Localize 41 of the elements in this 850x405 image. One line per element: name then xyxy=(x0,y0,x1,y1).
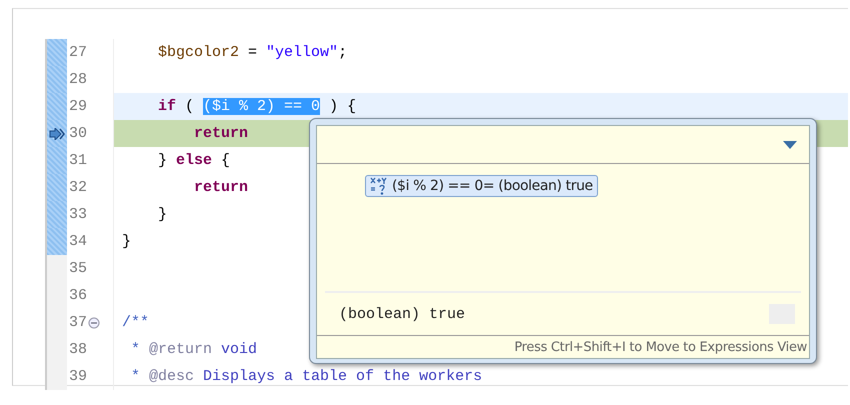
status-hint: Press Ctrl+Shift+I to Move to Expressions View xyxy=(513,338,808,356)
line-number: 38 xyxy=(68,341,88,358)
code-text: "yellow" xyxy=(266,44,338,61)
line-number: 39 xyxy=(68,368,88,385)
code-text: $bgcolor2 xyxy=(157,44,240,61)
line-number: 36 xyxy=(68,287,88,304)
collapse-icon[interactable] xyxy=(88,316,100,328)
dropdown-icon[interactable] xyxy=(783,140,797,148)
code-text: /** xyxy=(122,314,150,331)
expression-icon xyxy=(370,177,388,195)
code-text: = xyxy=(247,44,258,61)
line-number: 27 xyxy=(68,44,88,61)
line-number: 31 xyxy=(68,152,88,169)
line-number: 28 xyxy=(68,71,88,88)
code-text: @return xyxy=(149,341,212,358)
code-text: * xyxy=(130,341,142,358)
code-text: * xyxy=(130,368,142,385)
line-number: 37 xyxy=(67,314,105,331)
line-number: 32 xyxy=(68,179,88,196)
line-number: 29 xyxy=(68,98,88,115)
code-text: return xyxy=(193,125,248,142)
line-number: 33 xyxy=(68,206,88,223)
code-text: @desc xyxy=(149,368,194,385)
line-number: 30 xyxy=(68,125,88,142)
code-text: } xyxy=(157,206,168,223)
code-text: { xyxy=(220,152,230,169)
value-detail: (boolean) true xyxy=(339,306,466,322)
code-text: else xyxy=(176,152,212,169)
line-number: 34 xyxy=(68,233,88,250)
selected-code: ($i % 2) == 0 xyxy=(203,98,320,115)
code-text: Displays a table of the workers xyxy=(202,368,482,385)
line-number: 35 xyxy=(68,260,88,277)
code-text: void xyxy=(220,341,258,358)
code-text: } xyxy=(157,152,168,169)
code-text: ) { xyxy=(328,98,356,115)
code-text: return xyxy=(193,179,248,196)
code-text: if xyxy=(157,98,176,115)
code-text: ; xyxy=(338,44,348,61)
expression-item[interactable]: ($i % 2) == 0= (boolean) true xyxy=(365,175,598,197)
code-text: } xyxy=(122,233,132,250)
code-text: ( xyxy=(184,98,196,115)
